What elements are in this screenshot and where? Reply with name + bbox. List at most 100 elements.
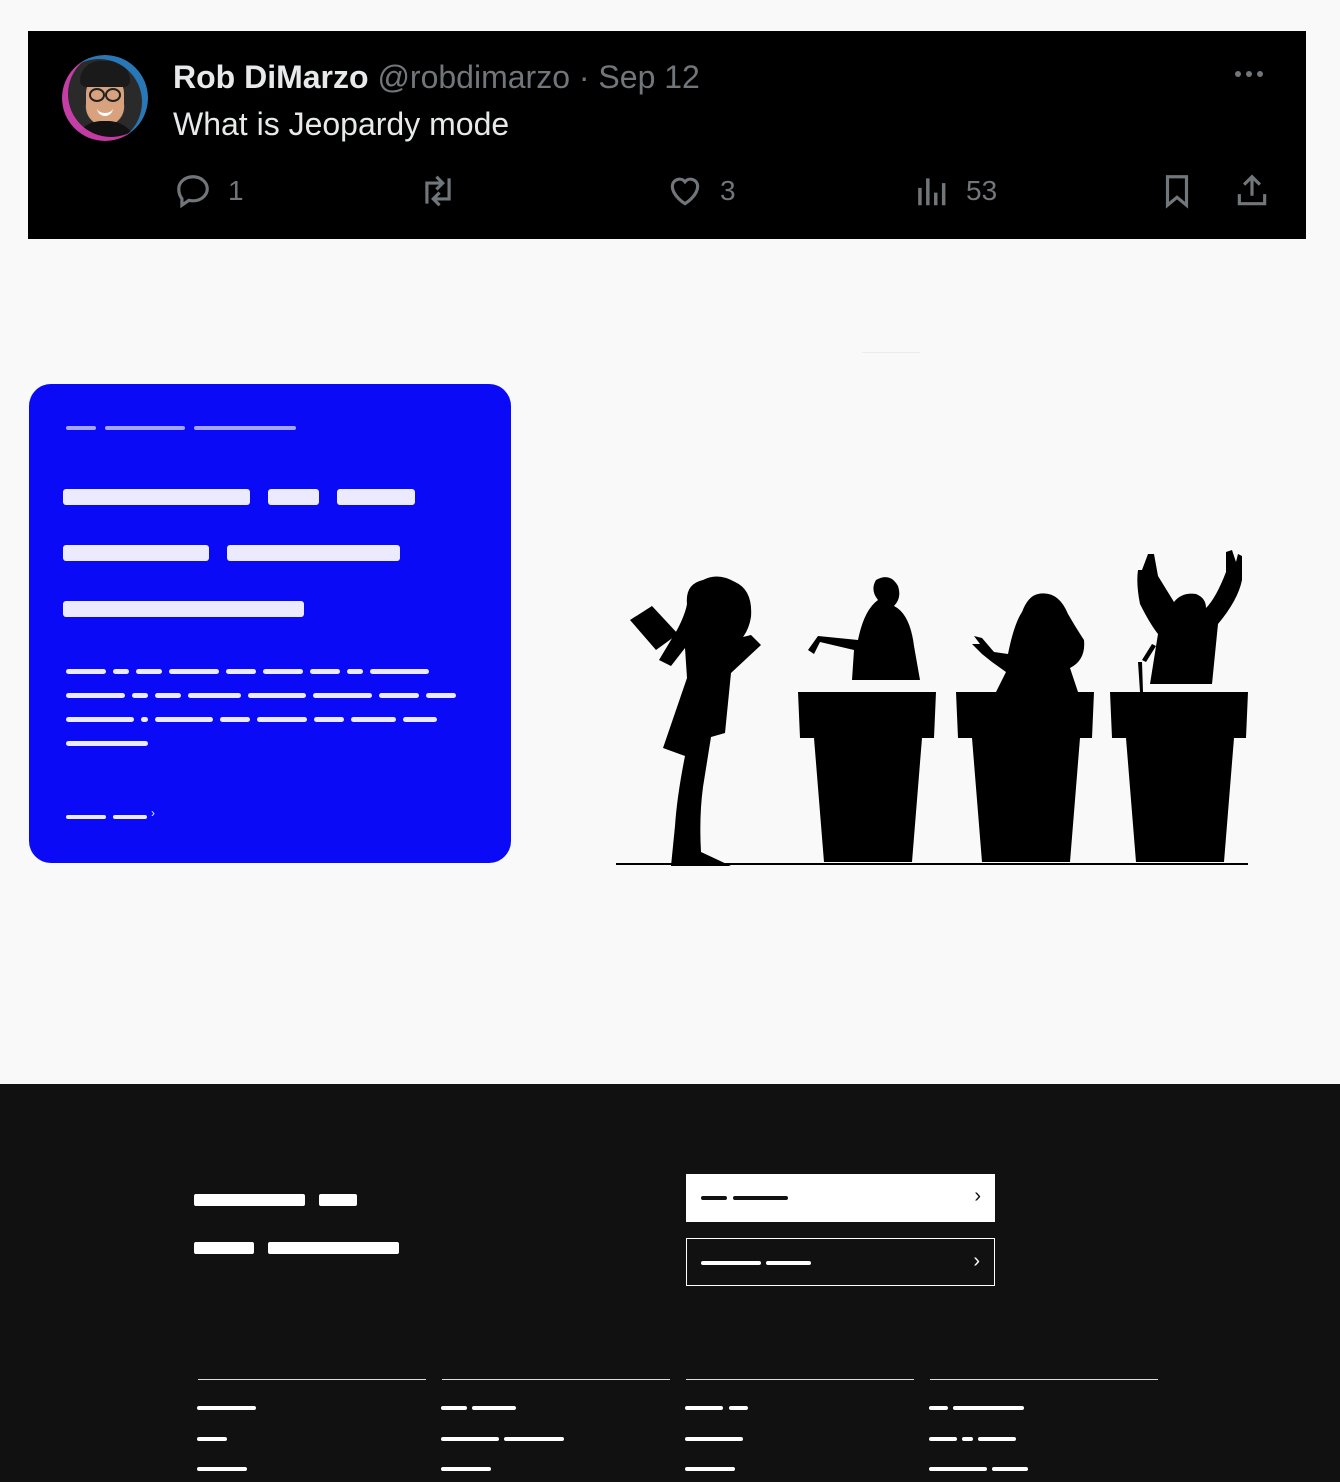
card-eyebrow <box>194 426 296 430</box>
card-title <box>227 545 400 561</box>
chevron-right-icon: › <box>151 806 155 820</box>
meta-separator: · <box>578 59 590 95</box>
card-body-line <box>188 693 241 698</box>
card-body-line <box>314 717 344 722</box>
card-body-line <box>257 717 307 722</box>
like-button[interactable]: 3 <box>666 169 736 213</box>
footer-link[interactable] <box>962 1437 973 1441</box>
reply-icon <box>177 175 209 209</box>
card-body-line <box>347 669 363 674</box>
footer-link[interactable] <box>197 1406 256 1410</box>
footer-link[interactable] <box>197 1437 227 1441</box>
footer-link[interactable] <box>197 1467 247 1471</box>
promo-card[interactable]: › <box>29 384 511 863</box>
card-body-line <box>379 693 419 698</box>
card-link[interactable] <box>66 815 106 819</box>
button-label <box>733 1196 788 1200</box>
footer-heading <box>319 1194 357 1206</box>
footer-link[interactable] <box>953 1406 1024 1410</box>
footer-heading <box>194 1242 254 1254</box>
card-body-line <box>310 669 340 674</box>
views-button[interactable]: 53 <box>912 169 997 213</box>
card-title <box>63 545 209 561</box>
footer-link[interactable] <box>685 1467 735 1471</box>
footer-link[interactable] <box>441 1406 467 1410</box>
footer-column-divider <box>198 1379 426 1380</box>
footer-link[interactable] <box>504 1437 564 1441</box>
avatar-ring <box>62 55 148 141</box>
retweet-icon <box>425 175 451 207</box>
tweet-date[interactable]: Sep 12 <box>598 59 699 95</box>
faint-divider <box>862 352 920 353</box>
button-label <box>701 1261 761 1265</box>
card-body-line <box>132 693 148 698</box>
button-label <box>701 1196 727 1200</box>
card-title <box>268 489 319 505</box>
bookmark-icon <box>1165 175 1189 209</box>
author-name[interactable]: Rob DiMarzo <box>173 59 369 95</box>
chevron-right-icon: › <box>973 1250 980 1272</box>
card-body-line <box>426 693 456 698</box>
card-eyebrow <box>105 426 185 430</box>
card-body-line <box>370 669 429 674</box>
footer-link[interactable] <box>929 1467 987 1471</box>
share-button[interactable] <box>1233 169 1271 213</box>
footer-link[interactable] <box>685 1437 743 1441</box>
jeopardy-silhouette-illustration <box>616 550 1248 866</box>
footer-link[interactable] <box>929 1406 948 1410</box>
card-body-line <box>66 693 125 698</box>
footer-primary-button[interactable]: › <box>686 1174 995 1222</box>
footer-link[interactable] <box>472 1406 516 1410</box>
site-footer: › › <box>0 1084 1340 1482</box>
footer-heading <box>194 1194 305 1206</box>
views-icon <box>918 178 946 206</box>
tweet-embed: Rob DiMarzo @robdimarzo · Sep 12 What is… <box>28 31 1306 239</box>
card-body-line <box>220 717 250 722</box>
footer-column-divider <box>686 1379 914 1380</box>
footer-secondary-button[interactable]: › <box>686 1238 995 1286</box>
footer-link[interactable] <box>685 1406 723 1410</box>
card-title <box>63 489 250 505</box>
tweet-header: Rob DiMarzo @robdimarzo · Sep 12 <box>173 57 700 97</box>
view-count: 53 <box>966 175 998 206</box>
footer-link[interactable] <box>929 1437 957 1441</box>
share-icon <box>1237 174 1267 206</box>
card-title <box>63 601 304 617</box>
footer-link[interactable] <box>978 1437 1016 1441</box>
card-body-line <box>66 669 106 674</box>
heart-icon <box>670 177 700 206</box>
footer-column-divider <box>930 1379 1158 1380</box>
chevron-right-icon: › <box>974 1185 981 1207</box>
card-title <box>337 489 415 505</box>
card-link[interactable] <box>113 815 147 819</box>
reply-count: 1 <box>228 175 244 206</box>
card-body-line <box>113 669 129 674</box>
author-handle[interactable]: @robdimarzo <box>377 59 570 95</box>
button-label <box>766 1261 811 1265</box>
footer-link[interactable] <box>441 1467 491 1471</box>
card-body-line <box>169 669 219 674</box>
footer-link[interactable] <box>992 1467 1028 1471</box>
reply-button[interactable]: 1 <box>174 169 244 213</box>
card-body-line <box>66 741 148 746</box>
card-body-line <box>136 669 162 674</box>
footer-column-divider <box>442 1379 670 1380</box>
card-body-line <box>141 717 148 722</box>
card-body-line <box>226 669 256 674</box>
card-body-line <box>263 669 303 674</box>
card-body-line <box>351 717 396 722</box>
card-body-line <box>248 693 306 698</box>
bookmark-button[interactable] <box>1158 169 1196 213</box>
footer-heading <box>268 1242 399 1254</box>
card-body-line <box>155 717 213 722</box>
more-icon[interactable] <box>1235 71 1269 81</box>
footer-link[interactable] <box>441 1437 499 1441</box>
card-eyebrow <box>66 426 96 430</box>
like-count: 3 <box>720 175 736 206</box>
card-body-line <box>403 717 437 722</box>
avatar[interactable] <box>62 55 148 141</box>
footer-link[interactable] <box>729 1406 748 1410</box>
card-body-line <box>313 693 372 698</box>
retweet-button[interactable] <box>419 169 473 213</box>
tweet-text: What is Jeopardy mode <box>173 106 510 142</box>
